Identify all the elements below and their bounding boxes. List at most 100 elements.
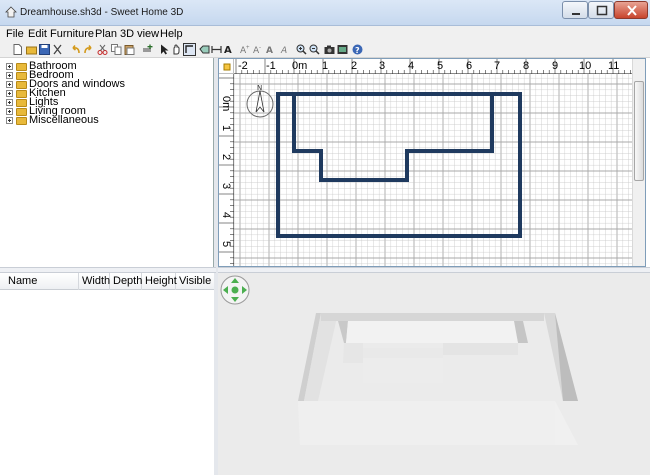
title-bar: Dreamhouse.sh3d - Sweet Home 3D bbox=[0, 0, 650, 26]
sweet-home-3d-icon bbox=[5, 6, 17, 18]
expand-icon[interactable] bbox=[6, 63, 13, 70]
floor-plan-drawing[interactable]: N bbox=[234, 74, 632, 266]
minimize-button[interactable] bbox=[562, 1, 588, 19]
ruler-label: 2 bbox=[220, 154, 232, 161]
horizontal-ruler: -2 -1 0m 1 2 3 4 5 6 7 8 9 10 11 bbox=[234, 59, 632, 74]
redo-icon[interactable] bbox=[83, 44, 94, 55]
svg-text:N: N bbox=[257, 84, 262, 92]
folder-icon bbox=[16, 108, 27, 116]
expand-icon[interactable] bbox=[6, 117, 13, 124]
ruler-corner bbox=[219, 59, 234, 74]
folder-icon bbox=[16, 81, 27, 89]
paste-icon[interactable] bbox=[124, 44, 135, 55]
column-header-visible[interactable]: Visible bbox=[176, 273, 214, 290]
ruler-label: 10 bbox=[579, 60, 592, 72]
svg-text:+: + bbox=[246, 45, 250, 51]
minimize-icon bbox=[572, 13, 580, 15]
ruler-label: -1 bbox=[266, 60, 276, 72]
maximize-icon bbox=[596, 5, 608, 16]
column-header-height[interactable]: Height bbox=[142, 273, 177, 290]
column-header-width[interactable]: Width bbox=[79, 273, 110, 290]
increase-text-icon[interactable]: A + bbox=[240, 44, 251, 55]
copy-icon[interactable] bbox=[111, 44, 122, 55]
undo-icon[interactable] bbox=[70, 44, 81, 55]
new-icon[interactable] bbox=[12, 44, 23, 55]
furniture-catalog: Bathroom Bedroom Doors and windows Kitch… bbox=[0, 58, 214, 267]
svg-text:-: - bbox=[259, 45, 261, 51]
save-icon[interactable] bbox=[39, 44, 50, 55]
column-header-name[interactable]: Name bbox=[5, 273, 79, 290]
menu-help[interactable]: Help bbox=[160, 28, 183, 40]
ruler-label: 3 bbox=[220, 183, 232, 190]
maximize-button[interactable] bbox=[588, 1, 614, 19]
folder-icon bbox=[16, 99, 27, 107]
svg-text:?: ? bbox=[355, 46, 360, 55]
plan-view[interactable]: -2 -1 0m 1 2 3 4 5 6 7 8 9 10 11 0m 1 2 … bbox=[218, 58, 646, 267]
decrease-text-icon[interactable]: A- bbox=[253, 44, 264, 55]
ruler-label: -2 bbox=[238, 60, 248, 72]
zoom-in-icon[interactable] bbox=[296, 44, 307, 55]
menu-bar: File Edit Furniture Plan 3D view Help bbox=[0, 26, 650, 42]
toolbar: A A + A- A A ? bbox=[0, 42, 650, 58]
ruler-label: 8 bbox=[523, 60, 530, 72]
expand-icon[interactable] bbox=[6, 108, 13, 115]
ruler-label: 2 bbox=[351, 60, 358, 72]
column-header-depth[interactable]: Depth bbox=[110, 273, 142, 290]
menu-file[interactable]: File bbox=[6, 28, 24, 40]
create-video-icon[interactable] bbox=[337, 44, 348, 55]
table-header: Name Width Depth Height Visible bbox=[0, 273, 214, 290]
help-icon[interactable]: ? bbox=[352, 44, 363, 55]
cut-icon[interactable] bbox=[97, 44, 108, 55]
ruler-label: 9 bbox=[552, 60, 559, 72]
vertical-ruler: 0m 1 2 3 4 5 bbox=[219, 74, 234, 266]
folder-icon bbox=[16, 117, 27, 125]
app-window: Dreamhouse.sh3d - Sweet Home 3D File Edi… bbox=[0, 0, 650, 475]
plan-vertical-scrollbar[interactable] bbox=[632, 59, 645, 266]
zoom-out-icon[interactable] bbox=[309, 44, 320, 55]
expand-icon[interactable] bbox=[6, 99, 13, 106]
3d-view[interactable] bbox=[218, 273, 650, 475]
create-dimensions-icon[interactable] bbox=[211, 44, 222, 55]
bold-icon[interactable]: A bbox=[266, 44, 277, 55]
close-icon bbox=[627, 5, 637, 16]
create-rooms-icon[interactable] bbox=[199, 44, 210, 55]
pan-mode-icon[interactable] bbox=[171, 44, 182, 55]
menu-furniture[interactable]: Furniture bbox=[50, 28, 94, 40]
expand-icon[interactable] bbox=[6, 90, 13, 97]
ruler-label: 1 bbox=[220, 125, 232, 132]
close-button[interactable] bbox=[614, 1, 648, 19]
create-photo-icon[interactable] bbox=[324, 44, 335, 55]
svg-text:A: A bbox=[266, 46, 273, 55]
ruler-label: 11 bbox=[608, 60, 620, 72]
add-text-icon[interactable]: A bbox=[224, 44, 235, 55]
folder-icon bbox=[16, 90, 27, 98]
svg-text:A: A bbox=[280, 46, 287, 55]
ruler-label: 4 bbox=[408, 60, 415, 72]
italic-icon[interactable]: A bbox=[280, 44, 291, 55]
cut-icon[interactable] bbox=[52, 44, 63, 55]
ruler-label: 6 bbox=[466, 60, 473, 72]
menu-3d-view[interactable]: 3D view bbox=[120, 28, 159, 40]
ruler-label: 5 bbox=[437, 60, 444, 72]
plan-drawing-area[interactable]: N bbox=[234, 74, 632, 266]
menu-plan[interactable]: Plan bbox=[95, 28, 117, 40]
open-icon[interactable] bbox=[26, 44, 37, 55]
ruler-label: 7 bbox=[494, 60, 501, 72]
ruler-label: 0m bbox=[292, 60, 308, 72]
ruler-label: 3 bbox=[379, 60, 386, 72]
menu-edit[interactable]: Edit bbox=[28, 28, 47, 40]
expand-icon[interactable] bbox=[6, 72, 13, 79]
ruler-unit-icon bbox=[223, 63, 231, 71]
create-walls-icon[interactable] bbox=[183, 43, 196, 56]
add-furniture-icon[interactable] bbox=[142, 44, 153, 55]
scrollbar-thumb[interactable] bbox=[634, 81, 644, 181]
ruler-label: 5 bbox=[220, 241, 232, 248]
select-mode-icon[interactable] bbox=[159, 44, 170, 55]
folder-icon bbox=[16, 63, 27, 71]
svg-text:A: A bbox=[224, 45, 232, 55]
ruler-label: 0m bbox=[220, 96, 232, 112]
ruler-label: 1 bbox=[322, 60, 329, 72]
expand-icon[interactable] bbox=[6, 81, 13, 88]
3d-house-render bbox=[298, 313, 578, 445]
folder-icon bbox=[16, 72, 27, 80]
